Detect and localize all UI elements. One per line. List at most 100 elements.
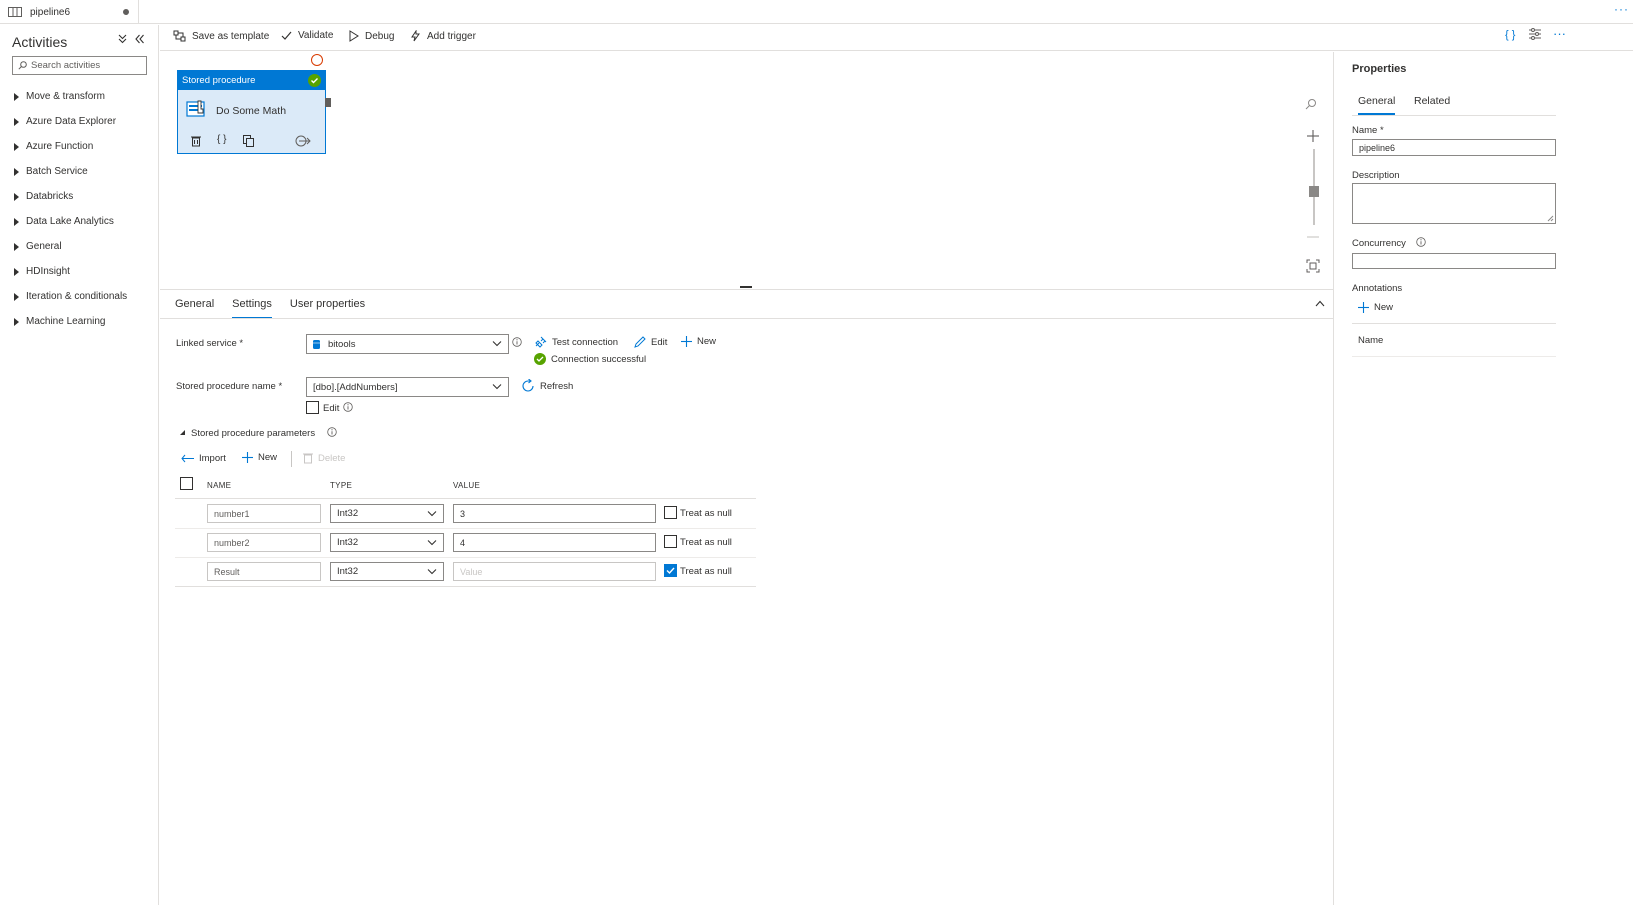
refresh-label: Refresh [540,380,574,392]
activities-title: Activities [12,34,68,50]
database-icon [313,339,320,349]
column-header-value: VALUE [453,481,481,490]
treat-as-null-checkbox[interactable] [664,506,677,519]
category-iteration-conditionals[interactable]: Iteration & conditionals [14,284,127,309]
activity-header: Stored procedure [178,71,325,90]
category-azure-data-explorer[interactable]: Azure Data Explorer [14,109,127,134]
treat-as-null-checkbox[interactable] [664,535,677,548]
param-type-dropdown[interactable]: Int32 [330,533,444,552]
pipeline-tab-label: pipeline6 [30,6,71,18]
info-icon [343,402,353,412]
activity-node[interactable]: Stored procedure Do Some Math { } [177,70,326,154]
category-label: Data Lake Analytics [26,216,114,227]
canvas-search-icon[interactable] [1304,97,1318,111]
tab-user-properties[interactable]: User properties [290,298,365,319]
tab-properties-general[interactable]: General [1358,95,1396,115]
expand-icon [14,117,19,126]
pipeline-toolbar: Save as template Validate Debug Add trig… [160,25,1633,51]
properties-toggle-icon[interactable] [1529,28,1541,40]
stored-procedure-dropdown[interactable]: [dbo].[AddNumbers] [306,377,509,397]
add-output-icon[interactable] [295,135,311,147]
plus-icon [1358,302,1369,313]
tab-general[interactable]: General [175,298,214,319]
expand-icon [14,217,19,226]
param-type-dropdown[interactable]: Int32 [330,504,444,523]
more-options-icon[interactable]: ··· [1614,2,1629,16]
more-actions-icon[interactable]: ··· [1553,26,1566,41]
param-name-field[interactable]: Result [207,562,321,581]
edit-checkbox[interactable] [306,401,319,414]
stored-procedure-value: [dbo].[AddNumbers] [313,381,398,393]
category-machine-learning[interactable]: Machine Learning [14,309,127,334]
linked-service-label: Linked service * [176,338,244,349]
new-annotation-button[interactable]: New [1358,302,1393,313]
annotations-column-name: Name [1358,335,1384,346]
edit-linked-service-button[interactable]: Edit [634,336,667,348]
new-parameter-button[interactable]: New [242,452,277,463]
category-label: General [26,241,62,252]
add-trigger-button[interactable]: Add trigger [410,30,476,42]
panel-splitter[interactable] [740,286,752,288]
param-value-field[interactable]: Value [453,562,656,581]
pipeline-canvas[interactable] [160,52,1333,288]
connection-handle[interactable] [325,98,331,107]
description-label: Description [1352,170,1400,181]
hide-panel-icon[interactable] [135,34,144,44]
test-connection-button[interactable]: Test connection [534,336,618,348]
param-name-field[interactable]: number2 [207,533,321,552]
category-databricks[interactable]: Databricks [14,184,127,209]
category-label: Machine Learning [26,316,106,327]
delete-icon[interactable] [191,135,201,147]
category-azure-function[interactable]: Azure Function [14,134,127,159]
code-icon[interactable]: { } [217,134,226,145]
refresh-button[interactable]: Refresh [521,379,573,393]
tab-settings[interactable]: Settings [232,298,272,319]
treat-as-null-checkbox-checked[interactable] [664,564,677,577]
checkmark-icon [281,31,292,41]
fit-to-screen-icon[interactable] [1306,259,1320,273]
tab-properties-related[interactable]: Related [1414,95,1450,113]
treat-as-null-label: Treat as null [680,537,732,548]
delete-parameter-button[interactable]: Delete [303,452,345,464]
collapse-panel-icon[interactable] [1315,300,1325,307]
document-tab-bar [0,0,1633,24]
success-check-icon [534,353,546,365]
clone-icon[interactable] [243,135,254,147]
grid-row-divider [175,557,756,558]
linked-service-dropdown[interactable]: bitools [306,334,509,354]
category-general[interactable]: General [14,234,127,259]
param-name-field[interactable]: number1 [207,504,321,523]
search-activities-input[interactable]: Search activities [12,56,147,75]
select-all-checkbox[interactable] [180,477,193,490]
code-view-icon[interactable]: { } [1505,29,1515,41]
debug-button[interactable]: Debug [349,30,394,42]
category-hdinsight[interactable]: HDInsight [14,259,127,284]
collapse-triangle-icon[interactable] [179,429,186,436]
save-as-template-button[interactable]: Save as template [173,30,269,42]
collapse-all-icon[interactable] [118,34,127,44]
concurrency-field[interactable] [1352,253,1556,269]
category-batch-service[interactable]: Batch Service [14,159,127,184]
param-type-value: Int32 [337,508,359,519]
new-linked-service-button[interactable]: New [681,336,716,347]
param-type-dropdown[interactable]: Int32 [330,562,444,581]
info-icon [1416,237,1426,247]
zoom-slider-thumb[interactable] [1309,186,1319,197]
pipeline-tab[interactable]: pipeline6 [0,0,139,24]
category-move-transform[interactable]: Move & transform [14,84,127,109]
refresh-icon [521,379,535,393]
zoom-out-icon[interactable] [1306,236,1320,238]
output-connector-icon[interactable] [311,54,323,66]
zoom-in-icon[interactable] [1306,129,1320,143]
validate-button[interactable]: Validate [281,30,333,41]
description-textarea[interactable] [1352,183,1556,224]
param-value-field[interactable]: 4 [453,533,656,552]
delete-icon [303,452,313,464]
connection-status: Connection successful [534,353,646,365]
arrow-left-icon [181,454,194,463]
plus-icon [681,336,692,347]
pipeline-name-field[interactable]: pipeline6 [1352,139,1556,156]
param-value-field[interactable]: 3 [453,504,656,523]
import-parameters-button[interactable]: Import [181,453,226,464]
category-data-lake-analytics[interactable]: Data Lake Analytics [14,209,127,234]
